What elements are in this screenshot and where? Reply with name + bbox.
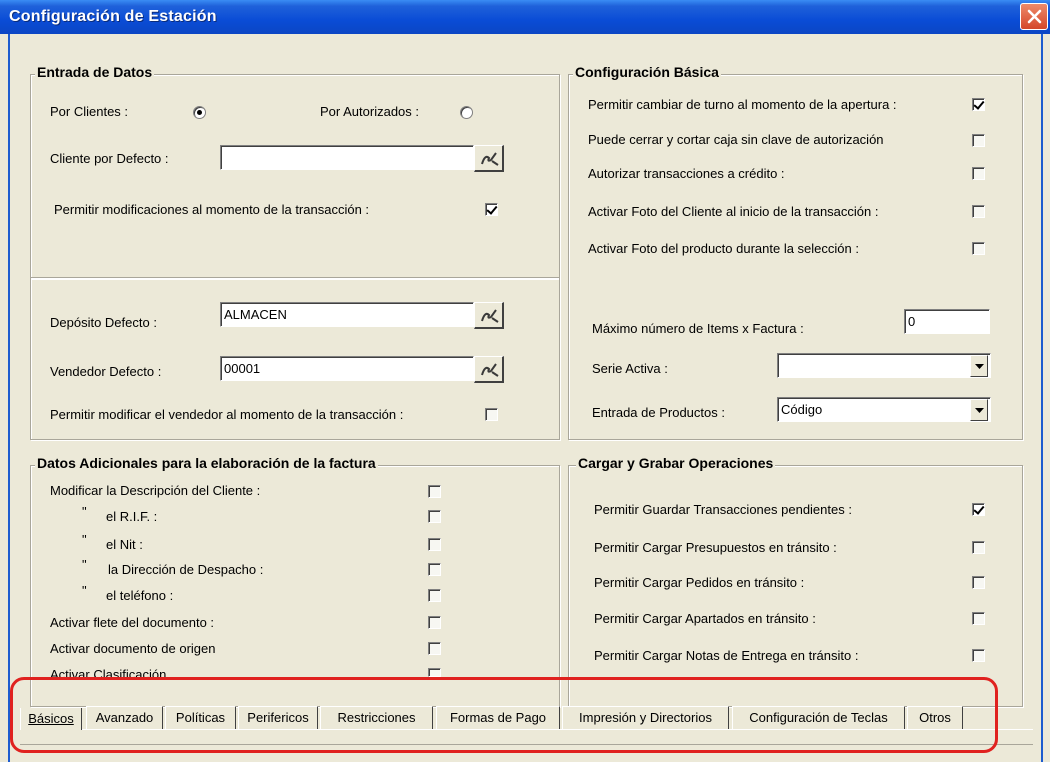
dialog-content: Entrada de Datos Por Clientes : Por Auto… — [8, 34, 1043, 762]
radio-por-autorizados[interactable] — [460, 106, 473, 119]
label-cargar-presupuestos: Permitir Cargar Presupuestos en tránsito… — [594, 540, 837, 555]
label-documento-origen: Activar documento de origen — [50, 641, 216, 656]
deposito-defecto-input[interactable]: ALMACEN — [220, 302, 474, 327]
legend-entrada-datos: Entrada de Datos — [35, 64, 155, 80]
cargar-presupuestos-checkbox[interactable] — [972, 541, 985, 554]
label-cargar-pedidos: Permitir Cargar Pedidos en tránsito : — [594, 575, 805, 590]
window: Configuración de Estación Entrada de Dat… — [0, 0, 1050, 762]
radio-por-clientes[interactable] — [193, 106, 206, 119]
label-max-items: Máximo número de Items x Factura : — [592, 321, 804, 336]
ditto-mark: " — [82, 583, 87, 598]
label-cerrar-caja: Puede cerrar y cortar caja sin clave de … — [588, 132, 884, 147]
guardar-pendientes-checkbox[interactable] — [972, 503, 985, 516]
telefono-checkbox[interactable] — [428, 589, 441, 602]
label-activar-clasificacion: Activar Clasificación — [50, 667, 167, 677]
window-title: Configuración de Estación — [9, 8, 217, 25]
vendedor-lookup-button[interactable] — [474, 356, 504, 383]
nit-checkbox[interactable] — [428, 538, 441, 551]
label-direccion-despacho: la Dirección de Despacho : — [108, 562, 264, 577]
highlight-annotation — [10, 677, 998, 753]
entrada-productos-select[interactable]: Código — [777, 397, 991, 422]
label-guardar-pendientes: Permitir Guardar Transacciones pendiente… — [594, 502, 852, 517]
legend-datos-adicionales: Datos Adicionales para la elaboración de… — [35, 455, 378, 471]
label-deposito-defecto: Depósito Defecto : — [50, 315, 157, 330]
label-por-clientes: Por Clientes : — [50, 104, 129, 119]
documento-origen-checkbox[interactable] — [428, 642, 441, 655]
permitir-vendedor-checkbox[interactable] — [485, 408, 498, 421]
cargar-apartados-checkbox[interactable] — [972, 612, 985, 625]
label-serie-activa: Serie Activa : — [592, 361, 668, 376]
permitir-modificaciones-checkbox[interactable] — [485, 203, 498, 216]
label-transacciones-credito: Autorizar transacciones a crédito : — [588, 166, 785, 181]
ditto-mark: " — [82, 532, 87, 547]
chevron-down-icon — [975, 408, 984, 413]
label-cambiar-turno: Permitir cambiar de turno al momento de … — [588, 97, 897, 112]
deposito-lookup-button[interactable] — [474, 302, 504, 329]
direccion-despacho-checkbox[interactable] — [428, 563, 441, 576]
label-nit: el Nit : — [106, 537, 143, 552]
max-items-input[interactable]: 0 — [904, 309, 990, 334]
lookup-icon — [481, 152, 499, 166]
label-permitir-modificaciones: Permitir modificaciones al momento de la… — [54, 202, 370, 217]
label-vendedor-defecto: Vendedor Defecto : — [50, 364, 162, 379]
label-cliente-defecto: Cliente por Defecto : — [50, 151, 169, 166]
ditto-mark: " — [82, 504, 87, 519]
close-button[interactable] — [1020, 3, 1048, 30]
chevron-down-icon — [975, 364, 984, 369]
foto-cliente-checkbox[interactable] — [972, 205, 985, 218]
label-modificar-descripcion: Modificar la Descripción del Cliente : — [50, 483, 261, 498]
vendedor-defecto-input[interactable]: 00001 — [220, 356, 474, 381]
cliente-lookup-button[interactable] — [474, 145, 504, 172]
panel-configuracion-basica — [568, 74, 1023, 440]
label-foto-cliente: Activar Foto del Cliente al inicio de la… — [588, 204, 879, 219]
lookup-icon — [481, 363, 499, 377]
cliente-defecto-input[interactable] — [220, 145, 474, 170]
label-cargar-apartados: Permitir Cargar Apartados en tránsito : — [594, 611, 816, 626]
rif-checkbox[interactable] — [428, 510, 441, 523]
label-foto-producto: Activar Foto del producto durante la sel… — [588, 241, 859, 256]
label-por-autorizados: Por Autorizados : — [320, 104, 419, 119]
label-flete-documento: Activar flete del documento : — [50, 615, 215, 630]
legend-cargar-grabar: Cargar y Grabar Operaciones — [576, 455, 776, 471]
label-permitir-vendedor: Permitir modificar el vendedor al moment… — [50, 407, 404, 422]
label-telefono: el teléfono : — [106, 588, 174, 603]
close-icon — [1027, 9, 1042, 24]
cambiar-turno-checkbox[interactable] — [972, 98, 985, 111]
label-rif: el R.I.F. : — [106, 509, 158, 524]
label-entrada-productos: Entrada de Productos : — [592, 405, 725, 420]
ditto-mark: " — [82, 557, 87, 572]
label-cargar-notas-entrega: Permitir Cargar Notas de Entrega en trán… — [594, 648, 859, 663]
flete-documento-checkbox[interactable] — [428, 616, 441, 629]
title-bar: Configuración de Estación — [0, 0, 1050, 34]
cargar-notas-entrega-checkbox[interactable] — [972, 649, 985, 662]
transacciones-credito-checkbox[interactable] — [972, 167, 985, 180]
legend-configuracion-basica: Configuración Básica — [573, 64, 721, 80]
modificar-descripcion-checkbox[interactable] — [428, 485, 441, 498]
foto-producto-checkbox[interactable] — [972, 242, 985, 255]
cargar-pedidos-checkbox[interactable] — [972, 576, 985, 589]
activar-clasificacion-checkbox[interactable] — [428, 668, 441, 677]
lookup-icon — [481, 309, 499, 323]
cerrar-caja-checkbox[interactable] — [972, 134, 985, 147]
serie-dropdown-button[interactable] — [970, 355, 988, 377]
entrada-productos-dropdown-button[interactable] — [970, 399, 988, 421]
serie-activa-select[interactable] — [777, 353, 991, 378]
